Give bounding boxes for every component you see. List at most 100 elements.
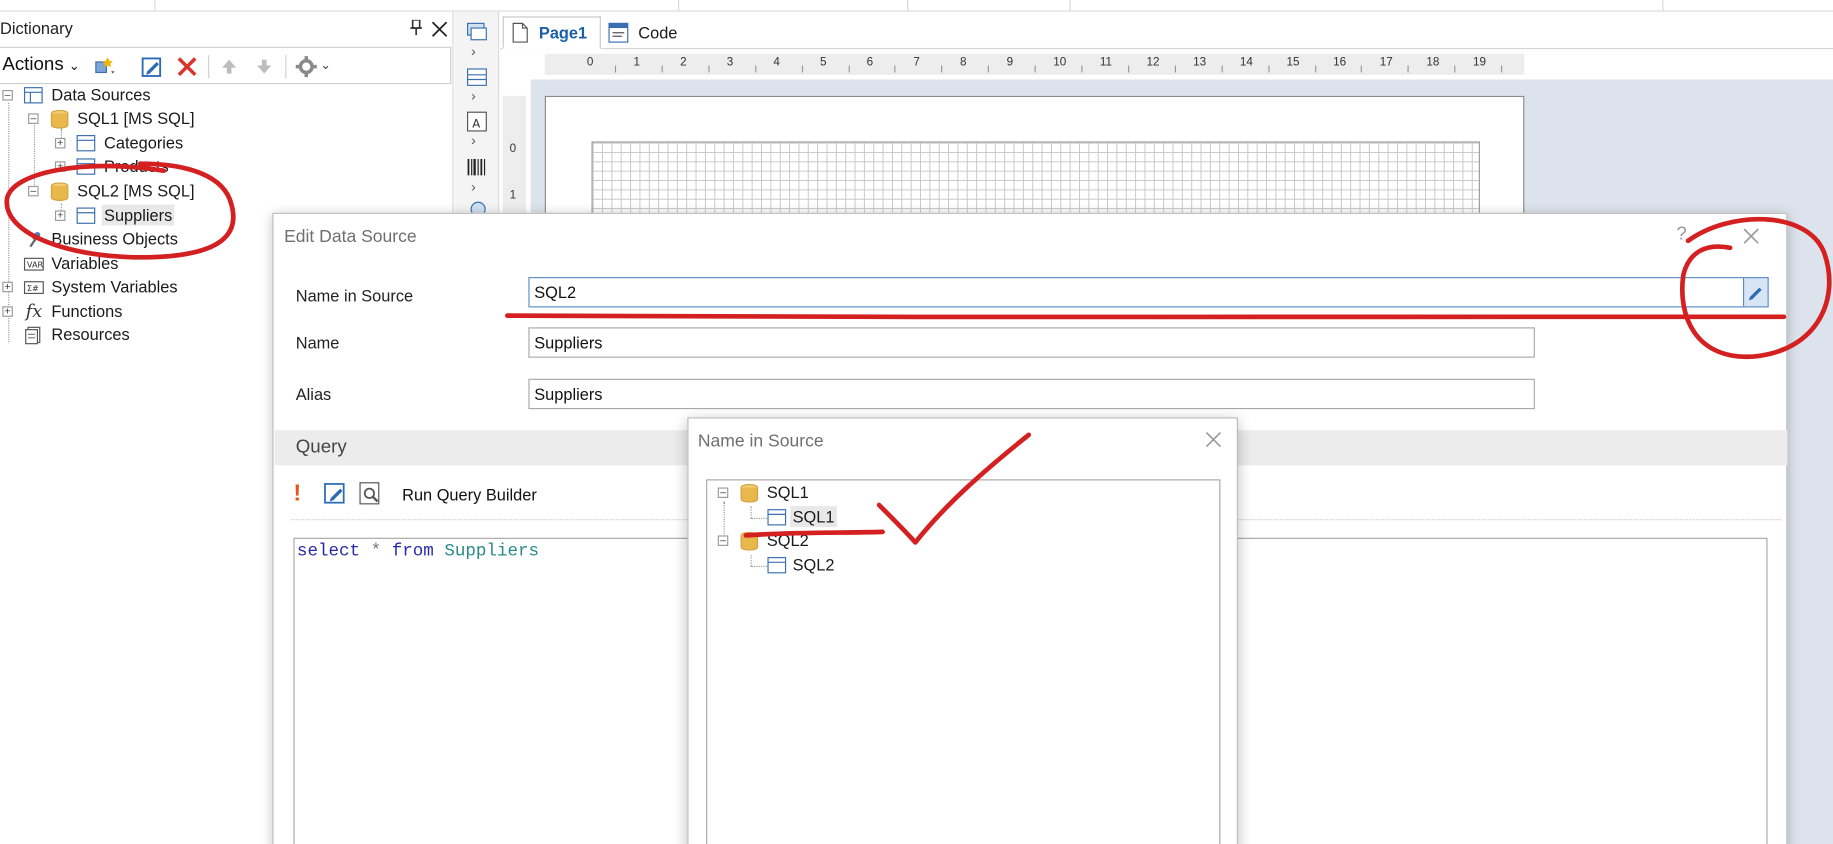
pencil-icon <box>1748 287 1762 301</box>
collapse-icon[interactable]: – <box>28 113 39 124</box>
top-toolbar-strip <box>0 0 1833 12</box>
gear-icon[interactable] <box>295 55 318 78</box>
alias-field[interactable]: Suppliers <box>528 378 1535 410</box>
code-icon <box>608 22 629 43</box>
run-query-builder-button[interactable]: Run Query Builder <box>402 485 537 504</box>
close-icon[interactable] <box>1204 430 1223 449</box>
chevron-right-icon[interactable]: › <box>471 43 476 59</box>
barcode-icon[interactable] <box>465 157 488 180</box>
chevron-down-icon: ⌄ <box>68 59 80 74</box>
variables-icon: VAR <box>23 257 44 271</box>
sql1-label: SQL1 <box>766 482 809 502</box>
system-variables-label: System Variables <box>51 277 178 296</box>
chevron-right-icon[interactable]: › <box>471 179 476 195</box>
ruler-tick: 3 <box>726 56 734 69</box>
ruler-tick: 2 <box>680 56 687 69</box>
actions-menu-button[interactable]: Actions ⌄ <box>2 55 79 76</box>
system-variables-icon: Σ# <box>23 281 44 295</box>
edit-query-icon[interactable] <box>323 480 349 506</box>
preview-query-icon[interactable] <box>358 480 384 506</box>
expand-icon[interactable]: + <box>54 137 66 149</box>
ruler-tick: 10 <box>1053 56 1067 69</box>
business-objects-icon <box>28 231 41 248</box>
name-label: Name <box>295 333 340 352</box>
ruler-tick: 18 <box>1426 56 1440 69</box>
chevron-down-icon[interactable]: ⌄ <box>320 57 331 72</box>
database-icon <box>740 483 759 503</box>
table-icon <box>76 135 96 152</box>
close-icon[interactable] <box>430 20 449 39</box>
database-icon <box>50 182 69 202</box>
components-icon[interactable]: A <box>465 110 488 133</box>
data-sources-icon <box>23 87 43 104</box>
expand-icon[interactable]: + <box>54 210 66 221</box>
vruler-tick: 0 <box>509 142 517 156</box>
chevron-right-icon[interactable]: › <box>471 132 476 148</box>
delete-icon[interactable] <box>175 55 198 78</box>
sql2-label: SQL2 <box>766 530 809 550</box>
edit-name-in-source-button[interactable] <box>1742 277 1769 308</box>
svg-text:VAR: VAR <box>27 260 44 270</box>
ruler-tick: 19 <box>1473 56 1487 69</box>
products-label: Products <box>104 156 169 176</box>
table-icon <box>767 509 787 526</box>
name-in-source-label: Name in Source <box>295 286 414 306</box>
edit-icon[interactable] <box>140 55 163 78</box>
expand-icon[interactable]: + <box>2 281 13 293</box>
horizontal-ruler: 0 1 2 3 4 5 6 7 8 9 10 11 12 13 14 15 16 17 18 19 <box>544 53 1525 75</box>
dialog-title: Edit Data Source <box>284 226 417 247</box>
new-item-icon[interactable] <box>94 55 117 78</box>
ruler-tick: 14 <box>1239 56 1253 69</box>
database-icon <box>740 531 759 551</box>
collapse-icon[interactable]: – <box>717 487 729 498</box>
ruler-tick: 17 <box>1379 56 1393 69</box>
collapse-icon[interactable]: – <box>717 535 729 546</box>
collapse-icon[interactable]: – <box>28 185 39 197</box>
cross-bands-icon[interactable] <box>465 65 488 88</box>
move-up-icon[interactable] <box>217 55 240 78</box>
function-icon: fx <box>25 300 43 322</box>
ruler-tick: 9 <box>1006 56 1014 69</box>
name-in-source-tree: – SQL1 SQL1 – SQL2 SQL2 <box>706 479 1221 844</box>
ruler-tick: 8 <box>959 56 967 69</box>
table-icon <box>76 207 96 224</box>
chevron-right-icon[interactable]: › <box>471 88 476 104</box>
ruler-tick: 16 <box>1333 56 1347 69</box>
ruler-tick: 6 <box>866 56 874 69</box>
query-title: Query <box>295 437 347 458</box>
name-in-source-field[interactable]: SQL2 <box>528 277 1745 308</box>
move-down-icon[interactable] <box>253 55 276 78</box>
execute-icon[interactable]: ! <box>293 480 301 506</box>
name-field[interactable]: Suppliers <box>528 327 1535 358</box>
pin-icon[interactable] <box>409 19 423 36</box>
svg-text:Σ#: Σ# <box>27 283 39 293</box>
sql1-label: SQL1 [MS SQL] <box>77 108 195 128</box>
tab-page1-label: Page1 <box>538 22 588 42</box>
resources-label: Resources <box>51 324 130 344</box>
help-button[interactable]: ? <box>1676 224 1686 245</box>
tab-code[interactable]: Code <box>601 16 685 49</box>
query-text: select * from Suppliers <box>296 541 540 562</box>
categories-label: Categories <box>104 133 184 152</box>
bands-icon[interactable] <box>465 21 488 44</box>
ruler-tick: 1 <box>633 56 640 69</box>
dictionary-header: Dictionary <box>0 16 454 42</box>
sql2-label: SQL2 [MS SQL] <box>77 181 195 200</box>
alias-label: Alias <box>295 384 332 404</box>
variables-label: Variables <box>51 253 119 273</box>
actions-label: Actions <box>2 54 64 75</box>
tab-page1[interactable]: Page1 <box>502 16 601 50</box>
ruler-tick: 15 <box>1286 56 1300 69</box>
expand-icon[interactable]: + <box>54 161 66 172</box>
close-icon[interactable] <box>1742 227 1761 246</box>
data-sources-label: Data Sources <box>51 85 151 105</box>
ruler-tick: 0 <box>586 56 594 69</box>
popup-title: Name in Source <box>697 431 824 452</box>
collapse-icon[interactable]: – <box>2 89 13 101</box>
page-icon <box>512 22 528 43</box>
ruler-tick: 12 <box>1146 56 1160 69</box>
expand-icon[interactable]: + <box>2 306 13 317</box>
name-in-source-dialog: Name in Source – SQL1 SQL1 – SQL2 SQL2 <box>687 417 1238 844</box>
dictionary-toolbar: Actions ⌄ ⌄ <box>0 46 452 85</box>
table-icon <box>76 158 96 175</box>
